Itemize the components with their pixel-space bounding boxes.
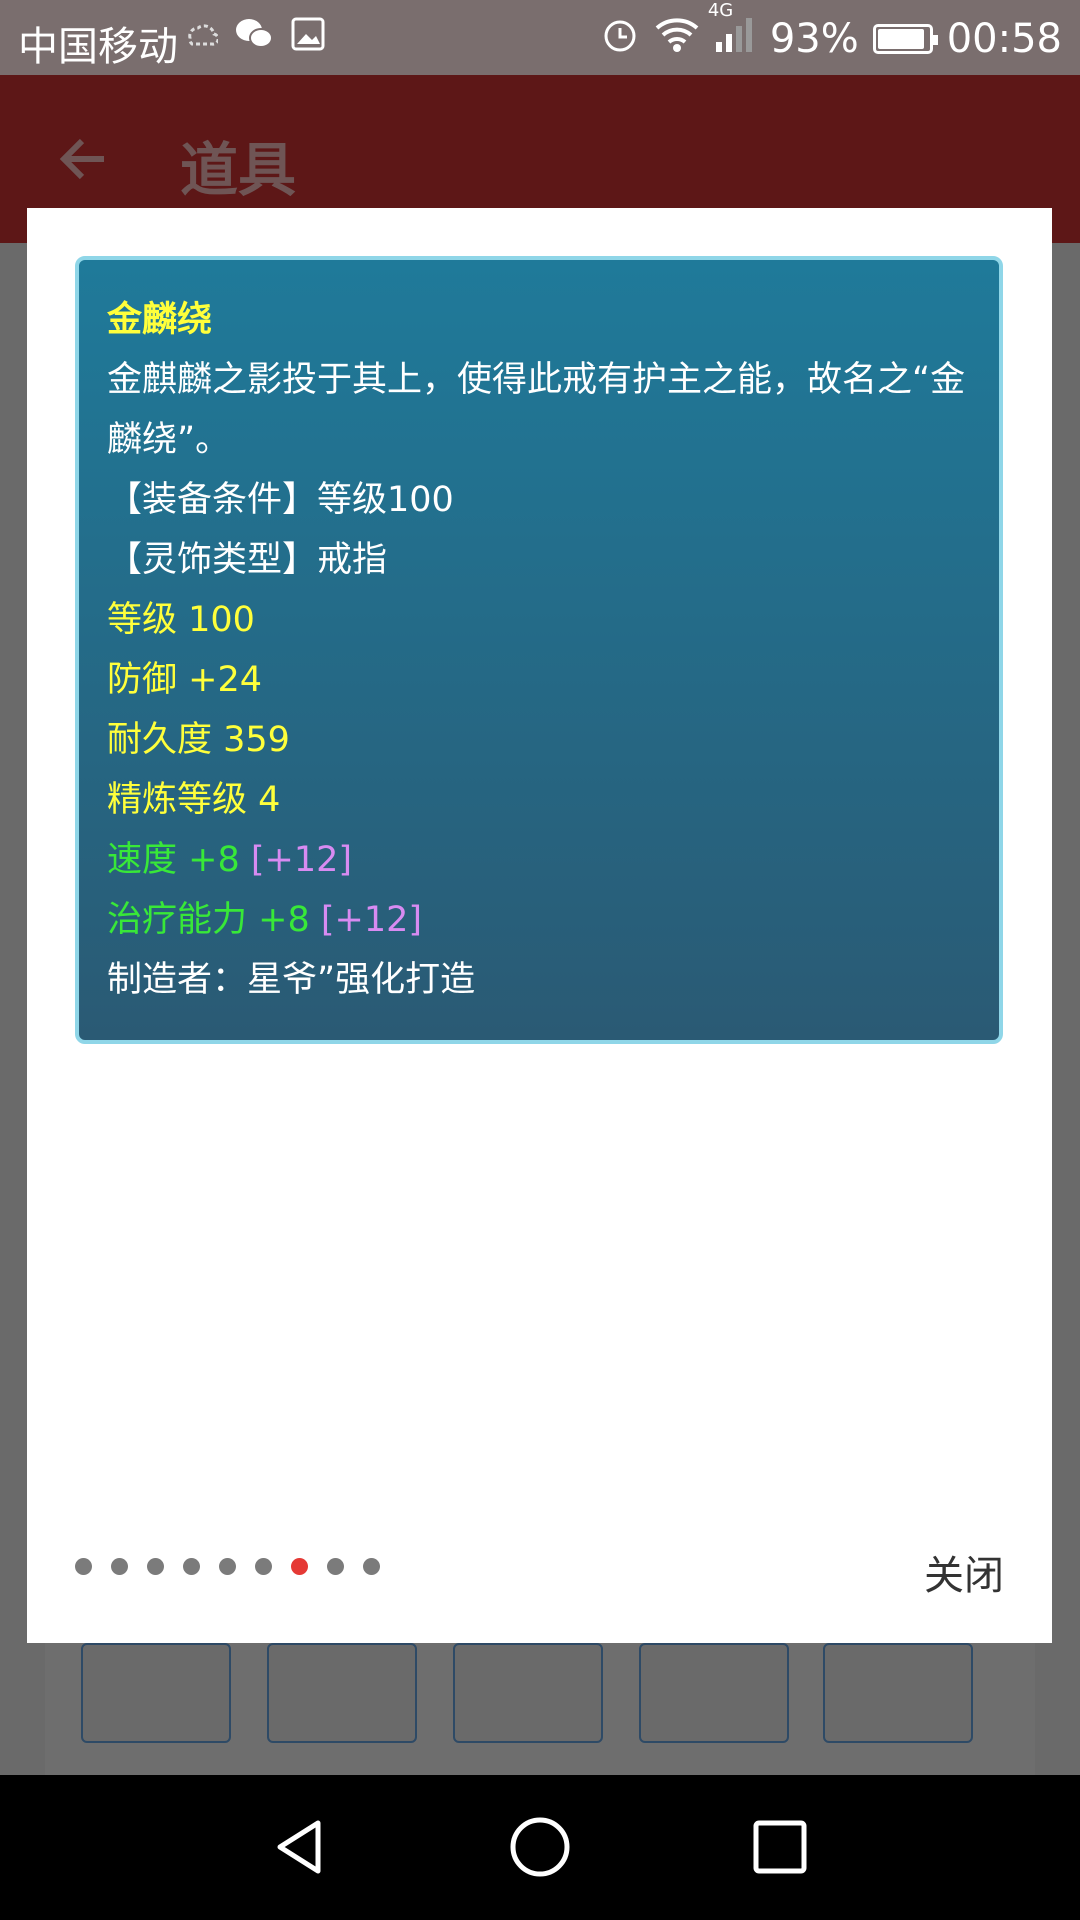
wifi-icon bbox=[654, 14, 700, 64]
item-info-card: 金麟绕 金麒麟之影投于其上，使得此戒有护主之能，故名之“金麟绕”。 【装备条件】… bbox=[75, 256, 1003, 1044]
back-arrow-icon[interactable] bbox=[58, 133, 110, 185]
page-dot[interactable] bbox=[255, 1558, 272, 1575]
signal-icon: 4G bbox=[708, 0, 756, 64]
item-slot[interactable] bbox=[639, 1643, 789, 1743]
page-indicator bbox=[75, 1558, 380, 1575]
home-icon[interactable] bbox=[508, 1815, 572, 1879]
equip-condition: 【装备条件】等级100 bbox=[107, 480, 454, 520]
item-durability: 耐久度 359 bbox=[107, 720, 290, 760]
item-detail-dialog: 金麟绕 金麒麟之影投于其上，使得此戒有护主之能，故名之“金麟绕”。 【装备条件】… bbox=[27, 208, 1052, 1643]
page-dot[interactable] bbox=[111, 1558, 128, 1575]
item-refine-level: 精炼等级 4 bbox=[107, 780, 281, 820]
item-slot[interactable] bbox=[81, 1643, 231, 1743]
healing-stat: 治疗能力 +8 bbox=[107, 900, 310, 940]
clock: 00:58 bbox=[946, 16, 1062, 62]
healing-bonus: [+12] bbox=[320, 900, 423, 940]
recents-icon[interactable] bbox=[748, 1815, 812, 1879]
item-slot[interactable] bbox=[267, 1643, 417, 1743]
back-icon[interactable] bbox=[268, 1815, 332, 1879]
item-name: 金麟绕 bbox=[107, 300, 213, 340]
healing-row: 治疗能力 +8 [+12] bbox=[107, 890, 971, 950]
page-dot[interactable] bbox=[327, 1558, 344, 1575]
page-dot[interactable] bbox=[219, 1558, 236, 1575]
network-type-label: 4G bbox=[707, 0, 734, 21]
navigation-bar bbox=[0, 1775, 1080, 1920]
weather-icon bbox=[182, 16, 220, 62]
battery-icon bbox=[872, 24, 938, 54]
battery-fill bbox=[877, 29, 925, 49]
speed-bonus: [+12] bbox=[250, 840, 353, 880]
item-maker: 制造者：星爷”强化打造 bbox=[107, 960, 476, 1000]
item-level: 等级 100 bbox=[107, 600, 255, 640]
speed-row: 速度 +8 [+12] bbox=[107, 830, 971, 890]
page-dot[interactable] bbox=[183, 1558, 200, 1575]
item-description: 金麒麟之影投于其上，使得此戒有护主之能，故名之“金麟绕”。 bbox=[107, 360, 966, 460]
item-defense: 防御 +24 bbox=[107, 660, 262, 700]
close-button[interactable]: 关闭 bbox=[924, 1543, 1004, 1601]
page-dot[interactable] bbox=[363, 1558, 380, 1575]
wechat-icon bbox=[234, 16, 274, 62]
alarm-icon bbox=[600, 14, 640, 64]
page-title: 道具 bbox=[180, 136, 297, 204]
speed-stat: 速度 +8 bbox=[107, 840, 240, 880]
item-slot[interactable] bbox=[823, 1643, 973, 1743]
battery-percent: 93% bbox=[769, 16, 859, 62]
status-bar: 中国移动 4G 93% 00:58 bbox=[0, 0, 1080, 75]
page-dot[interactable] bbox=[291, 1558, 308, 1575]
page-dot[interactable] bbox=[147, 1558, 164, 1575]
item-slot[interactable] bbox=[453, 1643, 603, 1743]
carrier-label: 中国移动 bbox=[18, 24, 178, 70]
accessory-type: 【灵饰类型】戒指 bbox=[107, 540, 388, 580]
image-icon bbox=[290, 16, 326, 62]
page-dot[interactable] bbox=[75, 1558, 92, 1575]
item-strip bbox=[45, 1643, 1035, 1775]
